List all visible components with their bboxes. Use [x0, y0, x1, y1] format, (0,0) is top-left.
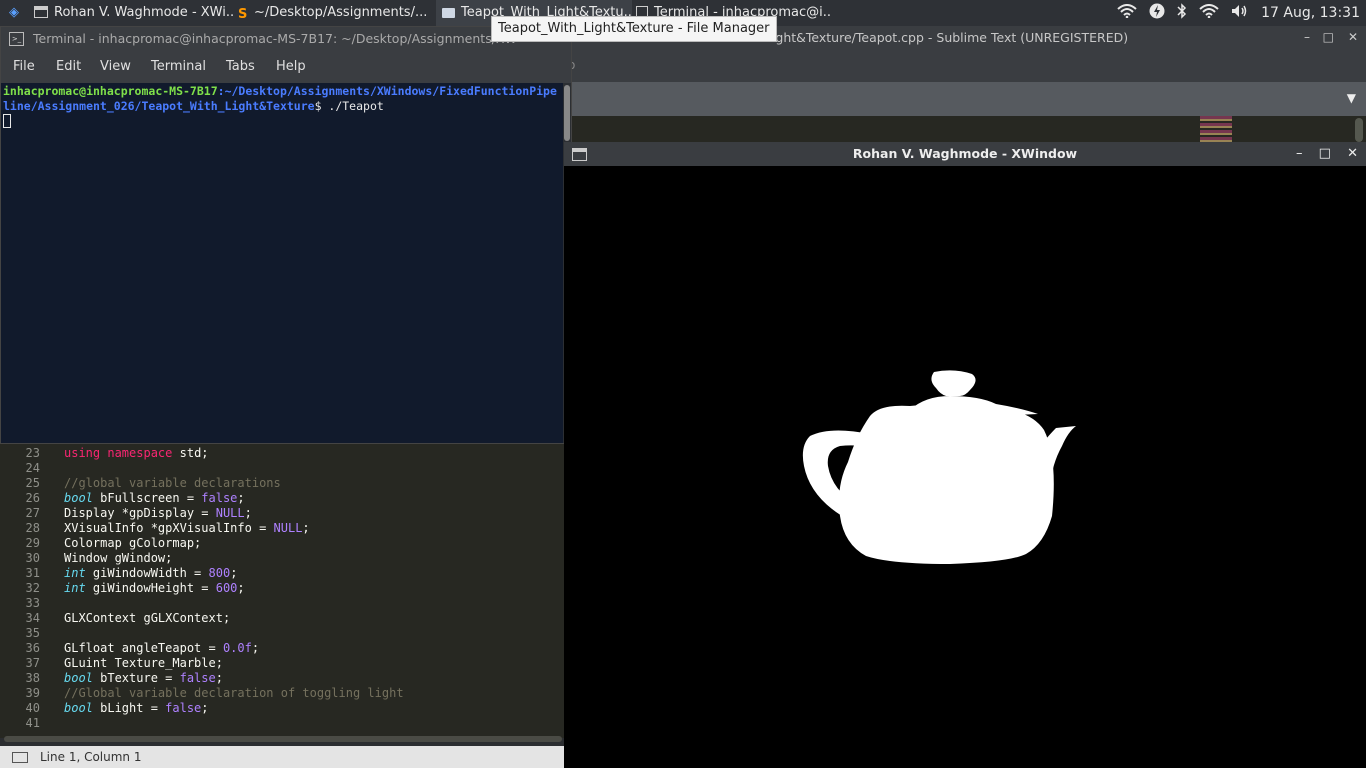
sublime-status-bar: Line 1, Column 1 — [0, 746, 564, 768]
line-number: 40 — [25, 701, 40, 715]
minimap[interactable] — [1200, 116, 1232, 142]
line-number: 36 — [25, 641, 40, 655]
bluetooth-icon[interactable] — [1177, 3, 1187, 23]
code-line: bool bFullscreen = false; — [64, 491, 245, 505]
xwindow-maximize-button[interactable]: □ — [1319, 146, 1331, 161]
terminal-scroll-thumb[interactable] — [564, 85, 570, 141]
line-number: 33 — [25, 596, 40, 610]
line-number: 39 — [25, 686, 40, 700]
line-number: 34 — [25, 611, 40, 625]
line-number: 27 — [25, 506, 40, 520]
code-line: int giWindowHeight = 600; — [64, 581, 245, 595]
panel-clock[interactable]: 17 Aug, 13:31 — [1261, 5, 1360, 21]
editor-scrollbar[interactable] — [1355, 118, 1363, 142]
line-number: 28 — [25, 521, 40, 535]
line-number: 29 — [25, 536, 40, 550]
code-line: bool bTexture = false; — [64, 671, 223, 685]
cursor-position: Line 1, Column 1 — [40, 750, 142, 764]
editor-horizontal-scrollbar[interactable] — [4, 736, 562, 742]
line-number: 26 — [25, 491, 40, 505]
menu-file[interactable]: File — [13, 51, 35, 83]
xwindow-minimize-button[interactable]: – — [1296, 146, 1303, 161]
xwindow-close-button[interactable]: ✕ — [1347, 146, 1358, 161]
line-number: 38 — [25, 671, 40, 685]
terminal-cursor — [3, 114, 11, 128]
window-icon — [34, 6, 48, 18]
taskbar-item-xwindow[interactable]: Rohan V. Waghmode - XWi... — [34, 0, 234, 26]
sublime-maximize-button[interactable]: □ — [1323, 30, 1334, 44]
prompt-command: $ ./Teapot — [314, 99, 384, 113]
menu-tabs[interactable]: Tabs — [226, 51, 255, 83]
menu-help[interactable]: Help — [276, 51, 306, 83]
line-number: 31 — [25, 566, 40, 580]
code-line: bool bLight = false; — [64, 701, 209, 715]
line-number: 24 — [25, 461, 40, 475]
xwindow-window: Rohan V. Waghmode - XWindow – □ ✕ — [564, 142, 1366, 768]
line-number: 37 — [25, 656, 40, 670]
code-line: int giWindowWidth = 800; — [64, 566, 238, 580]
line-number: 30 — [25, 551, 40, 565]
line-number: 32 — [25, 581, 40, 595]
terminal-icon: >_ — [9, 32, 24, 46]
code-line: Window gWindow; — [64, 551, 173, 565]
xwindow-title: Rohan V. Waghmode - XWindow — [852, 146, 1078, 161]
terminal-menubar: File Edit View Terminal Tabs Help — [1, 51, 571, 83]
folder-icon — [442, 8, 455, 18]
code-line: GLXContext gGLXContext; — [64, 611, 231, 625]
taskbar-item-sublime[interactable]: S ~/Desktop/Assignments/... — [238, 0, 434, 26]
sublime-close-button[interactable]: ✕ — [1348, 30, 1358, 44]
file-manager-tooltip: Teapot_With_Light&Texture - File Manager — [491, 16, 777, 42]
app-menu-icon[interactable]: ◈ — [4, 0, 24, 26]
menu-edit[interactable]: Edit — [56, 51, 81, 83]
teapot-render — [802, 370, 1076, 564]
terminal-titlebar: >_ Terminal - inhacpromac@inhacpromac-MS… — [1, 27, 571, 51]
volume-icon[interactable] — [1231, 4, 1249, 22]
power-icon[interactable] — [1149, 3, 1165, 23]
line-number: 41 — [25, 716, 40, 730]
code-line: GLfloat angleTeapot = 0.0f; — [64, 641, 260, 655]
sublime-window-title: ...ight&Texture/Teapot.cpp - Sublime Tex… — [760, 30, 1129, 45]
network-wifi-icon[interactable] — [1199, 4, 1219, 22]
code-line: XVisualInfo *gpXVisualInfo = NULL; — [64, 521, 310, 535]
sublime-minimize-button[interactable]: – — [1304, 30, 1310, 44]
code-line: //global variable declarations — [64, 476, 281, 490]
menu-view[interactable]: View — [100, 51, 131, 83]
terminal-output[interactable]: inhacpromac@inhacpromac-MS-7B17:~/Deskto… — [1, 83, 563, 443]
code-line: Display *gpDisplay = NULL; — [64, 506, 252, 520]
system-tray: 17 Aug, 13:31 — [1111, 0, 1366, 26]
console-toggle-icon[interactable] — [12, 752, 28, 763]
menu-terminal[interactable]: Terminal — [151, 51, 206, 83]
wifi-icon[interactable] — [1117, 4, 1137, 22]
code-line: Colormap gColormap; — [64, 536, 202, 550]
prompt-path: :~/Desktop/Assignments/XWindows/FixedFun… — [217, 84, 557, 98]
code-line: GLuint Texture_Marble; — [64, 656, 223, 670]
prompt-path-cont: line/Assignment_026/Teapot_With_Light&Te… — [3, 99, 315, 113]
line-number: 35 — [25, 626, 40, 640]
tab-dropdown-icon[interactable]: ▼ — [1347, 91, 1356, 105]
line-number: 23 — [25, 446, 40, 460]
line-number: 25 — [25, 476, 40, 490]
terminal-window-title: Terminal - inhacpromac@inhacpromac-MS-7B… — [33, 31, 517, 46]
prompt-user: inhacpromac@inhacpromac-MS-7B17 — [3, 84, 218, 98]
code-line: //Global variable declaration of togglin… — [64, 686, 404, 700]
xwindow-titlebar: Rohan V. Waghmode - XWindow – □ ✕ — [564, 142, 1366, 166]
sublime-icon: S — [238, 7, 248, 22]
terminal-window: >_ Terminal - inhacpromac@inhacpromac-MS… — [0, 26, 572, 444]
code-line: using namespace std; — [64, 446, 209, 460]
